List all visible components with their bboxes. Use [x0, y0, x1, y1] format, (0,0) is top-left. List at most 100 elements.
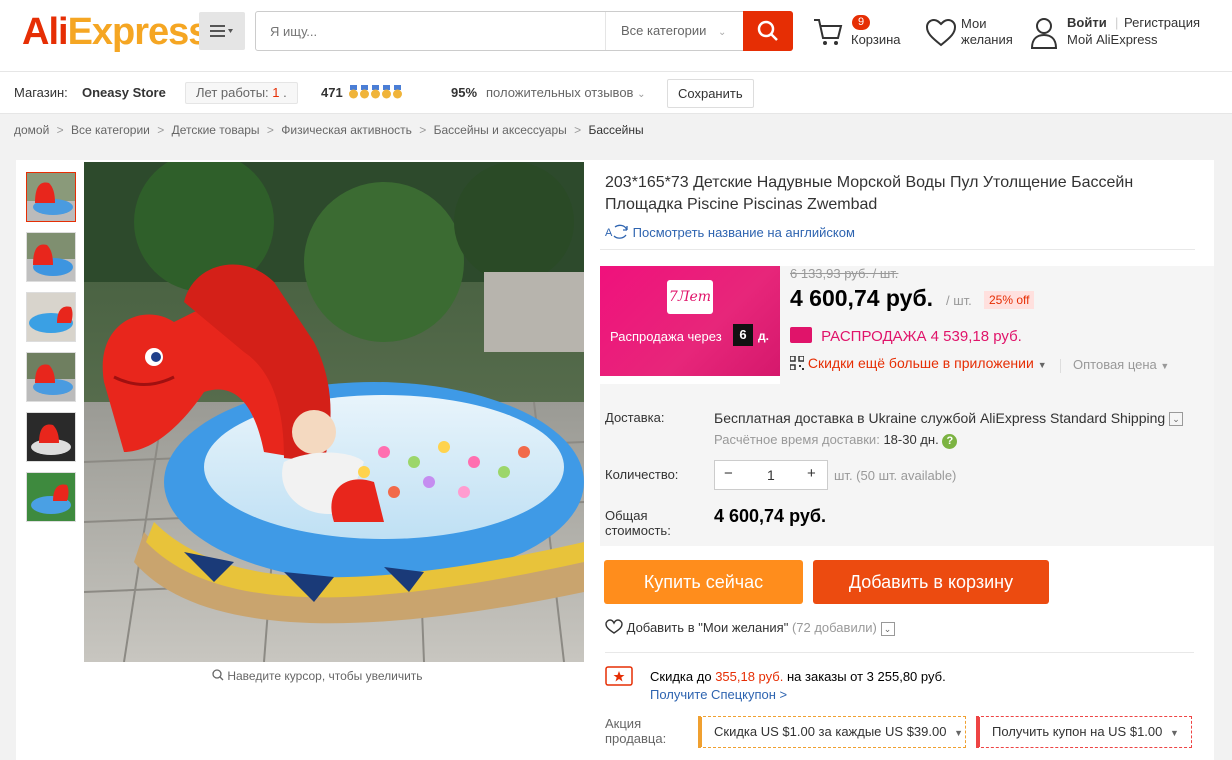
- medal-icon: [360, 85, 370, 99]
- sale-countdown-days: 6: [733, 324, 753, 346]
- thumbnail-list: [26, 172, 76, 532]
- medal-icon: [393, 85, 403, 99]
- quantity-increase-button[interactable]: +: [807, 465, 816, 482]
- positive-feedback-dropdown[interactable]: положительных отзывов ⌄: [486, 85, 645, 100]
- add-to-cart-button[interactable]: Добавить в корзину: [813, 560, 1049, 604]
- magnifier-icon: [212, 669, 224, 681]
- get-coupon-link[interactable]: Получите Спецкупон >: [650, 687, 787, 702]
- caret-down-icon: ▼: [954, 728, 964, 738]
- purchase-options: Доставка: Бесплатная доставка в Ukraine …: [600, 384, 1214, 546]
- chevron-down-icon: ⌄: [1169, 412, 1184, 426]
- quantity-stepper: − 1 +: [714, 460, 828, 490]
- seller-coupon-tag[interactable]: Получить купон на US $1.00 ▼: [976, 716, 1192, 748]
- breadcrumb-pools-accessories[interactable]: Бассейны и аксессуары: [434, 123, 567, 137]
- zoom-hint: Наведите курсор, чтобы увеличить: [212, 669, 423, 683]
- user-icon: [1030, 18, 1058, 49]
- cart-label: Корзина: [851, 32, 901, 47]
- breadcrumb-separator: >: [419, 123, 427, 137]
- aliexpress-logo[interactable]: AliExpress®: [22, 12, 216, 52]
- sale-promo-banner[interactable]: 7Лет Распродажа через 6 д.: [600, 266, 780, 376]
- positive-percent: 95%: [451, 85, 478, 100]
- breadcrumb: домой > Все категории > Детские товары >…: [14, 123, 648, 137]
- anniversary-logo: 7Лет: [667, 280, 713, 314]
- thumbnail[interactable]: [26, 292, 76, 342]
- divider: [605, 652, 1194, 653]
- save-store-button[interactable]: Сохранить: [667, 79, 754, 108]
- medal-icon: [349, 85, 359, 99]
- wishlist-label: Мои желания: [961, 16, 1013, 47]
- feedback-score[interactable]: 471: [321, 85, 404, 100]
- translate-title-link[interactable]: A Посмотреть название на английском: [605, 224, 855, 240]
- shipping-label: Доставка:: [605, 410, 665, 425]
- sale-logo-icon: [790, 327, 812, 343]
- caret-down-icon: ▼: [1160, 361, 1170, 371]
- breadcrumb-activity[interactable]: Физическая активность: [281, 123, 412, 137]
- thumbnail-image: [27, 353, 75, 401]
- my-aliexpress-link[interactable]: Мой AliExpress: [1067, 32, 1158, 47]
- medal-icons: [349, 85, 404, 100]
- thumbnail-image: [27, 233, 75, 281]
- thumbnail[interactable]: [26, 412, 76, 462]
- cart-icon: [814, 19, 843, 45]
- divider: |: [1115, 15, 1119, 30]
- medal-icon: [371, 85, 381, 99]
- sale-countdown-label: Распродажа через: [610, 329, 722, 344]
- caret-down-icon: ▼: [1037, 360, 1047, 370]
- product-title: 203*165*73 Детские Надувные Морской Воды…: [605, 174, 1134, 213]
- help-icon[interactable]: ?: [942, 434, 958, 449]
- translate-icon: A: [605, 224, 628, 239]
- coupon-text: Скидка до 355,18 руб. на заказы от 3 255…: [650, 669, 946, 684]
- breadcrumb-all-categories[interactable]: Все категории: [71, 123, 150, 137]
- svg-text:A: A: [605, 227, 613, 239]
- search-input[interactable]: [256, 12, 606, 50]
- store-bar: Магазин: Oneasy Store Лет работы: 1 . 47…: [0, 72, 1232, 114]
- breadcrumb-kids[interactable]: Детские товары: [172, 123, 260, 137]
- thumbnail[interactable]: [26, 172, 76, 222]
- thumbnail-image: [27, 173, 75, 221]
- thumbnail-image: [27, 473, 75, 521]
- breadcrumb-home[interactable]: домой: [14, 123, 49, 137]
- app-discount-dropdown[interactable]: Скидки ещё больше в приложении ▼: [789, 355, 1047, 371]
- thumbnail[interactable]: [26, 232, 76, 282]
- qr-code-icon: [789, 355, 805, 371]
- quantity-decrease-button[interactable]: −: [724, 465, 733, 482]
- seller-discount-tag[interactable]: Скидка US $1.00 за каждые US $39.00 ▼: [698, 716, 966, 748]
- seller-promo-label: Акция продавца:: [605, 716, 667, 746]
- wishlist-link[interactable]: Мои желания: [925, 16, 1025, 56]
- cart-link[interactable]: 9 Корзина: [812, 14, 912, 54]
- quantity-label: Количество:: [605, 467, 679, 482]
- login-link[interactable]: Войти: [1067, 15, 1107, 30]
- search-bar: Все категории ⌄: [255, 11, 793, 51]
- discount-badge: 25% off: [984, 291, 1035, 309]
- register-link[interactable]: Регистрация: [1124, 15, 1200, 30]
- total-label: Общая стоимость:: [605, 508, 671, 538]
- store-name-link[interactable]: Oneasy Store: [82, 85, 166, 100]
- current-price: 4 600,74 руб.: [790, 285, 934, 311]
- medal-icon: [382, 85, 392, 99]
- breadcrumb-separator: >: [157, 123, 165, 137]
- chevron-down-icon: ⌄: [718, 27, 727, 38]
- top-header: AliExpress® Все категории ⌄ 9 Корзина М: [0, 0, 1232, 72]
- sale-price-line: РАСПРОДАЖА 4 539,18 руб.: [790, 327, 1022, 345]
- chevron-down-icon[interactable]: ⌄: [880, 622, 895, 636]
- coupon-icon: [605, 666, 633, 686]
- sale-countdown-unit: д.: [758, 329, 769, 343]
- product-main-image[interactable]: [84, 162, 584, 662]
- quantity-input[interactable]: 1: [767, 467, 775, 483]
- divider: [600, 249, 1195, 250]
- total-value: 4 600,74 руб.: [714, 506, 826, 526]
- thumbnail[interactable]: [26, 352, 76, 402]
- thumbnail-image: [27, 413, 75, 461]
- wholesale-price-dropdown[interactable]: Оптовая цена ▼: [1073, 357, 1169, 372]
- search-category-select[interactable]: Все категории ⌄: [605, 12, 743, 50]
- categories-menu-button[interactable]: [199, 12, 245, 50]
- add-to-wishlist-link[interactable]: Добавить в "Мои желания" (72 добавили) ⌄: [605, 619, 895, 636]
- buy-now-button[interactable]: Купить сейчас: [604, 560, 803, 604]
- thumbnail[interactable]: [26, 472, 76, 522]
- price-unit: / шт.: [946, 293, 972, 308]
- search-button[interactable]: [743, 11, 793, 51]
- breadcrumb-separator: >: [56, 123, 64, 137]
- product-panel: Наведите курсор, чтобы увеличить 203*165…: [16, 160, 1214, 760]
- shipping-method-dropdown[interactable]: Бесплатная доставка в Ukraine службой Al…: [714, 410, 1184, 426]
- pool-photo: [84, 162, 584, 662]
